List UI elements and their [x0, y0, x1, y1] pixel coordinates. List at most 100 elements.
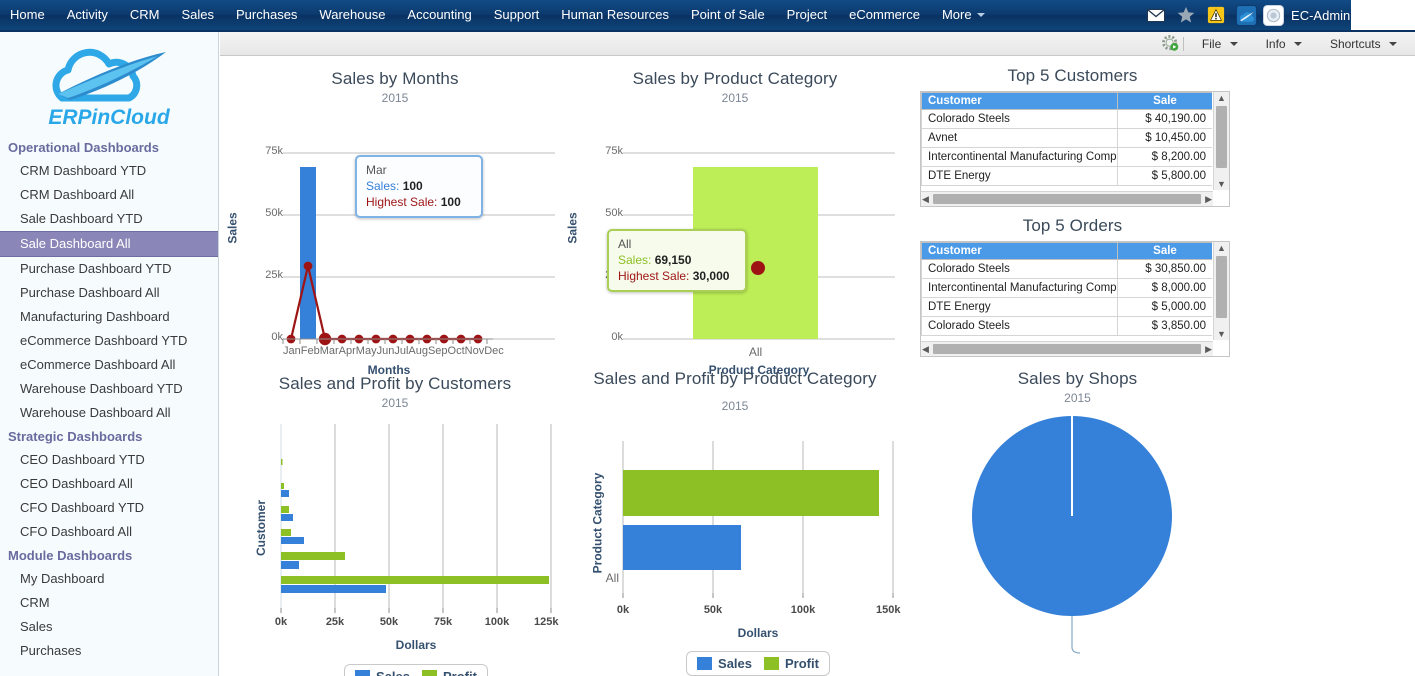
chart-title: Sales by Months [331, 69, 459, 88]
sidebar-item-ceo-dashboard-ytd[interactable]: CEO Dashboard YTD [0, 448, 218, 472]
table-row[interactable]: DTE Energy $ 5,000.00 [921, 297, 1212, 317]
toolbar-file-menu[interactable]: File [1202, 37, 1238, 51]
tooltip-row: Sales: 100 [366, 179, 423, 193]
cell-sale: $ 5,000.00 [1117, 297, 1212, 317]
scroll-right-arrow-icon[interactable]: ▶ [1205, 344, 1212, 355]
tooltip-label: Sales [366, 179, 397, 193]
column-header-sale[interactable]: Sale [1117, 242, 1212, 260]
legend-label-profit[interactable]: Profit [785, 656, 819, 671]
nav-item-point-of-sale[interactable]: Point of Sale [680, 0, 776, 30]
panel-top-5-orders: Top 5 Orders Customer Sale Colorado Stee… [905, 211, 1240, 361]
avatar[interactable] [1261, 0, 1285, 30]
nav-item-crm[interactable]: CRM [119, 0, 171, 30]
tooltip-row: Sales: 69,150 [618, 253, 692, 267]
nav-item-human-resources[interactable]: Human Resources [550, 0, 680, 30]
scroll-right-arrow-icon[interactable]: ▶ [1205, 194, 1212, 205]
file-chevron-down-icon [1229, 42, 1238, 47]
nav-item-more[interactable]: More [931, 0, 996, 30]
scroll-up-arrow-icon[interactable]: ▲ [1214, 243, 1229, 253]
y-axis-label: Customer [254, 499, 269, 557]
scroll-left-arrow-icon[interactable]: ◀ [922, 344, 929, 355]
nav-item-sales[interactable]: Sales [170, 0, 225, 30]
warning-icon[interactable] [1201, 0, 1231, 30]
sidebar-item-crm[interactable]: CRM [0, 591, 218, 615]
y-axis-label: Sales [225, 212, 240, 244]
mail-icon[interactable] [1141, 0, 1171, 30]
nav-item-home[interactable]: Home [0, 0, 56, 30]
app-logo[interactable]: ERPinCloud [0, 32, 218, 136]
legend-label-profit[interactable]: Profit [443, 669, 477, 676]
sidebar-item-warehouse-dashboard-ytd[interactable]: Warehouse Dashboard YTD [0, 377, 218, 401]
table-row[interactable]: Avnet $ 10,450.00 [921, 128, 1212, 148]
y-tick-label: 75k [265, 145, 283, 157]
table-horizontal-scrollbar[interactable]: ◀ ▶ [921, 341, 1213, 356]
sidebar-item-purchase-dashboard-ytd[interactable]: Purchase Dashboard YTD [0, 257, 218, 281]
table-row[interactable]: DTE Energy $ 5,800.00 [921, 166, 1212, 186]
sidebar-item-sale-dashboard-all[interactable]: Sale Dashboard All [0, 231, 218, 257]
table-row[interactable]: Colorado Steels $ 3,850.00 [921, 316, 1212, 336]
legend-label-sales[interactable]: Sales [376, 669, 410, 676]
logo-text: ERPinCloud [48, 106, 170, 129]
y-axis-label: Sales [565, 212, 580, 244]
table-row[interactable]: Colorado Steels $ 40,190.00 [921, 109, 1212, 129]
sidebar-item-ecommerce-dashboard-all[interactable]: eCommerce Dashboard All [0, 353, 218, 377]
sidebar-item-warehouse-dashboard-all[interactable]: Warehouse Dashboard All [0, 401, 218, 425]
sidebar-item-purchase-dashboard-all[interactable]: Purchase Dashboard All [0, 281, 218, 305]
sidebar-item-ecommerce-dashboard-ytd[interactable]: eCommerce Dashboard YTD [0, 329, 218, 353]
table-row[interactable]: Intercontinental Manufacturing Company $… [921, 278, 1212, 298]
horizontal-scroll-thumb[interactable] [933, 194, 1201, 204]
toolbar-info-label: Info [1265, 36, 1286, 51]
horizontal-scroll-thumb[interactable] [933, 344, 1201, 354]
x-tick-label: 100k [484, 616, 510, 628]
sidebar-item-ceo-dashboard-all[interactable]: CEO Dashboard All [0, 472, 218, 496]
sidebar-item-my-dashboard[interactable]: My Dashboard [0, 567, 218, 591]
settings-gear-icon[interactable] [1161, 35, 1179, 52]
scroll-left-arrow-icon[interactable]: ◀ [922, 194, 929, 205]
x-tick-label: Jun [376, 345, 395, 357]
nav-item-accounting[interactable]: Accounting [396, 0, 482, 30]
vertical-scroll-thumb[interactable] [1216, 106, 1227, 168]
table-row[interactable]: Intercontinental Manufacturing Company $… [921, 147, 1212, 167]
erpincloud-app-icon[interactable] [1231, 0, 1261, 30]
nav-item-purchases[interactable]: Purchases [225, 0, 308, 30]
chart-sales-profit-by-product-category: Sales and Profit by Product Category 201… [565, 361, 905, 676]
vertical-scroll-thumb[interactable] [1216, 256, 1227, 318]
x-tick-label: Dec [484, 345, 504, 357]
table-vertical-scrollbar[interactable]: ▲ ▼ [1213, 242, 1229, 340]
chart-subtitle: 2015 [381, 396, 409, 410]
sidebar-item-crm-dashboard-ytd[interactable]: CRM Dashboard YTD [0, 159, 218, 183]
sidebar-item-sale-dashboard-ytd[interactable]: Sale Dashboard YTD [0, 207, 218, 231]
sidebar-item-crm-dashboard-all[interactable]: CRM Dashboard All [0, 183, 218, 207]
chart-sales-profit-by-customers: Sales and Profit by Customers 2015 Custo… [225, 366, 565, 676]
pie-plot-area [972, 416, 1172, 654]
table-container: Customer Sale Colorado Steels $ 40,190.0… [920, 91, 1230, 207]
scroll-down-arrow-icon[interactable]: ▼ [1214, 179, 1229, 189]
nav-item-ecommerce[interactable]: eCommerce [838, 0, 931, 30]
sidebar-item-purchases[interactable]: Purchases [0, 639, 218, 663]
sidebar-item-sales[interactable]: Sales [0, 615, 218, 639]
legend-swatch-sales [697, 657, 713, 670]
x-tick-label: Oct [447, 345, 465, 357]
sidebar-item-cfo-dashboard-all[interactable]: CFO Dashboard All [0, 520, 218, 544]
cell-customer: Intercontinental Manufacturing Company [921, 278, 1118, 298]
chart-sales-by-months: Sales by Months 2015 75k 50k 25k 0k Sale… [225, 61, 565, 377]
table-horizontal-scrollbar[interactable]: ◀ ▶ [921, 191, 1213, 206]
scroll-up-arrow-icon[interactable]: ▲ [1214, 93, 1229, 103]
sidebar-item-manufacturing-dashboard[interactable]: Manufacturing Dashboard [0, 305, 218, 329]
table-row[interactable]: Colorado Steels $ 30,850.00 [921, 259, 1212, 279]
sidebar-item-cfo-dashboard-ytd[interactable]: CFO Dashboard YTD [0, 496, 218, 520]
toolbar-info-menu[interactable]: Info [1266, 37, 1302, 51]
table-vertical-scrollbar[interactable]: ▲ ▼ [1213, 92, 1229, 190]
scroll-down-arrow-icon[interactable]: ▼ [1214, 329, 1229, 339]
nav-item-support[interactable]: Support [483, 0, 551, 30]
toolbar-shortcuts-menu[interactable]: Shortcuts [1330, 37, 1397, 51]
star-icon[interactable] [1171, 0, 1201, 30]
nav-item-project[interactable]: Project [776, 0, 838, 30]
column-header-customer[interactable]: Customer [921, 92, 1118, 110]
legend-label-sales[interactable]: Sales [718, 656, 752, 671]
column-header-sale[interactable]: Sale [1117, 92, 1212, 110]
column-header-customer[interactable]: Customer [921, 242, 1118, 260]
nav-item-warehouse[interactable]: Warehouse [308, 0, 396, 30]
tooltip-value: 100 [402, 179, 423, 193]
nav-item-activity[interactable]: Activity [56, 0, 119, 30]
